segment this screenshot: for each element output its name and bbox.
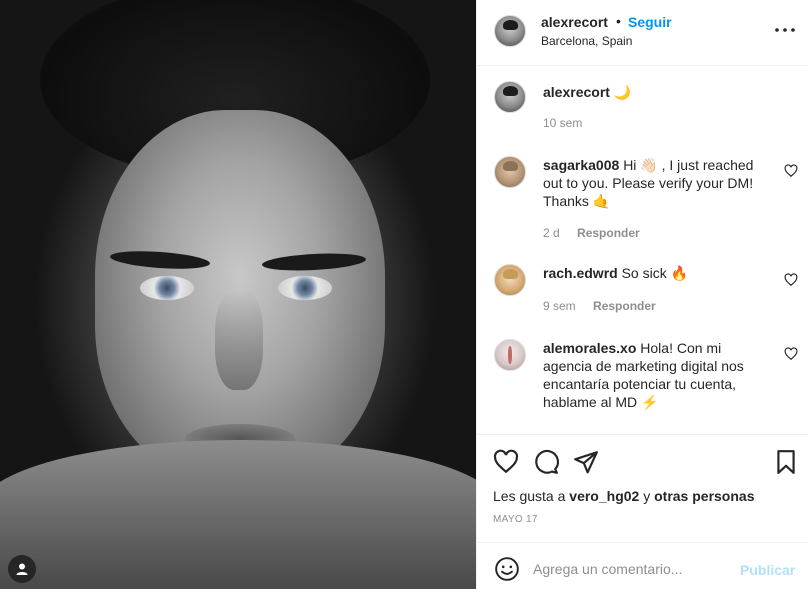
post-header: alexrecort • Seguir Barcelona, Spain — [477, 0, 808, 66]
post-image[interactable] — [0, 0, 476, 589]
like-comment-heart-icon[interactable] — [784, 164, 798, 178]
likes-prefix: Les gusta a — [493, 488, 566, 504]
post-details-panel: alexrecort • Seguir Barcelona, Spain ale… — [476, 0, 808, 589]
like-heart-icon[interactable] — [493, 449, 519, 475]
photo-eye-left — [140, 276, 194, 300]
like-comment-heart-icon[interactable] — [784, 273, 798, 287]
comment-text: rach.edwrd So sick 🔥 — [543, 264, 771, 282]
add-comment-input[interactable] — [533, 555, 723, 583]
likes-connector: y — [643, 488, 651, 504]
emoji-icon[interactable] — [494, 556, 520, 582]
post-location[interactable]: Barcelona, Spain — [541, 34, 632, 48]
comment-bubble-icon[interactable] — [533, 449, 559, 475]
comment-avatar[interactable] — [494, 339, 526, 371]
likes-others[interactable]: otras personas — [654, 488, 754, 504]
caption-username[interactable]: alexrecort — [543, 84, 610, 100]
photo-eye-right — [278, 276, 332, 300]
comment-meta: 9 sem Responder — [543, 299, 656, 313]
post-date: MAYO 17 — [493, 514, 538, 525]
like-comment-heart-icon[interactable] — [784, 347, 798, 361]
photo-nose — [215, 290, 263, 390]
comment-username[interactable]: rach.edwrd — [543, 265, 618, 281]
post-actions-bar — [477, 434, 808, 488]
comment-avatar[interactable] — [494, 264, 526, 296]
comment-text: sagarka008 Hi 👋🏻 , I just reached out to… — [543, 156, 771, 210]
comment-time: 9 sem — [543, 299, 576, 313]
tagged-user-icon[interactable] — [8, 555, 36, 583]
likes-summary[interactable]: Les gusta a vero_hg02 y otras personas — [493, 488, 754, 504]
caption-body: 🌙 — [613, 84, 632, 100]
follow-button[interactable]: Seguir — [628, 14, 672, 30]
comment-username[interactable]: alemorales.xo — [543, 340, 636, 356]
caption-text: alexrecort 🌙 — [543, 83, 771, 101]
author-username[interactable]: alexrecort — [541, 14, 608, 30]
reply-button[interactable]: Responder — [593, 299, 656, 313]
add-comment-bar: Publicar — [477, 542, 808, 589]
comment-username[interactable]: sagarka008 — [543, 157, 619, 173]
reply-button[interactable]: Responder — [577, 226, 640, 240]
comment-meta: 2 d Responder — [543, 226, 640, 240]
caption-meta: 10 sem — [543, 116, 582, 130]
likes-user[interactable]: vero_hg02 — [569, 488, 639, 504]
publish-comment-button[interactable]: Publicar — [740, 562, 795, 578]
comment-avatar[interactable] — [494, 156, 526, 188]
comment-time: 2 d — [543, 226, 560, 240]
comment-body: So sick 🔥 — [621, 265, 689, 281]
separator-dot: • — [616, 13, 621, 29]
photo-arm — [0, 440, 476, 589]
save-bookmark-icon[interactable] — [773, 449, 799, 475]
author-avatar[interactable] — [494, 15, 526, 47]
comment-text: alemorales.xo Hola! Con mi agencia de ma… — [543, 339, 771, 411]
share-paper-plane-icon[interactable] — [573, 449, 599, 475]
more-horizontal-icon[interactable] — [774, 22, 796, 38]
comments-list: alexrecort 🌙 10 sem sagarka008 Hi 👋🏻 , I… — [477, 66, 808, 434]
caption-time: 10 sem — [543, 116, 583, 130]
caption-avatar[interactable] — [494, 81, 526, 113]
